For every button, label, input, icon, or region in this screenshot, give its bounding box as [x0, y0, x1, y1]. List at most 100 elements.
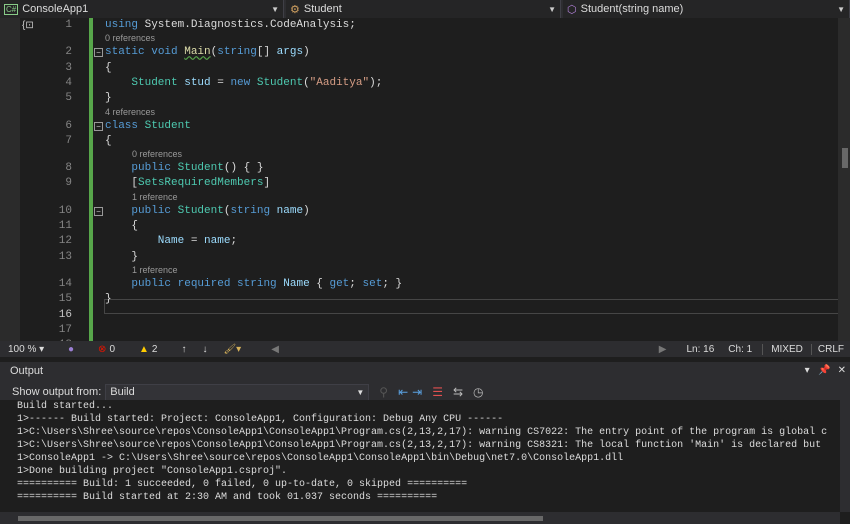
references-link[interactable]: 4 references	[105, 107, 155, 118]
references-link[interactable]: 0 references	[105, 33, 155, 44]
output-vertical-scrollbar[interactable]	[840, 404, 850, 512]
code-token: args	[276, 46, 304, 59]
codelens-references: 1 reference	[0, 192, 840, 203]
collapse-icon[interactable]: −	[94, 206, 103, 216]
code-cleanup-icon[interactable]: 🖌▾	[223, 344, 241, 355]
code-token: public	[105, 204, 178, 217]
line-number: 14	[58, 277, 72, 290]
code-line: 1 using System.Diagnostics.CodeAnalysis;	[0, 18, 840, 33]
code-token: }	[105, 92, 112, 105]
code-token: string	[237, 277, 284, 290]
output-title: Output	[10, 365, 44, 377]
previous-message-icon[interactable]: ⇤	[398, 385, 408, 399]
timestamp-clock-icon[interactable]: ◷	[473, 385, 483, 399]
scroll-thumb[interactable]	[842, 148, 848, 168]
zoom-level: 100 %	[8, 343, 37, 355]
line-number: 13	[58, 250, 72, 263]
code-token: public	[105, 162, 178, 175]
pin-icon[interactable]: 📌	[818, 365, 830, 376]
vertical-scrollbar[interactable]	[838, 18, 850, 341]
warning-count[interactable]: 2	[152, 344, 158, 355]
type-dropdown[interactable]: ⚙ Student ▼	[286, 0, 561, 18]
code-editor[interactable]: {⊡ 1 using System.Diagnostics.CodeAnalysi…	[0, 18, 850, 351]
code-line: 10 − public Student(string name)	[0, 204, 840, 219]
code-token: Name	[283, 277, 317, 290]
scroll-left-icon[interactable]: ◀	[271, 344, 279, 355]
chevron-down-icon: ▼	[271, 4, 279, 14]
code-token: new	[230, 76, 257, 89]
code-text: Student stud = new Student("Aaditya");	[105, 76, 382, 91]
line-number: 2	[65, 46, 72, 59]
line-indicator: Ln: 16	[686, 343, 715, 355]
word-wrap-icon[interactable]: ⇆	[453, 385, 463, 399]
code-line: 7{	[0, 134, 840, 149]
collapse-icon[interactable]: −	[94, 48, 103, 58]
close-icon[interactable]: ✕	[838, 365, 846, 376]
code-text: public Student(string name)	[105, 204, 310, 219]
line-number: 7	[65, 134, 72, 147]
code-token: Main	[184, 46, 211, 59]
method-icon: ⬡	[567, 3, 577, 16]
member-name: Student(string name)	[580, 3, 684, 15]
code-line: 4 Student stud = new Student("Aaditya");	[0, 76, 840, 91]
codelens-references: 1 reference	[0, 265, 840, 276]
code-text: using System.Diagnostics.CodeAnalysis;	[105, 18, 356, 33]
code-text: [SetsRequiredMembers]	[105, 176, 270, 191]
class-icon: ⚙	[290, 3, 300, 16]
code-line: 14 public required string Name { get; se…	[0, 277, 840, 292]
collapse-icon[interactable]: −	[94, 121, 103, 131]
output-source-select[interactable]: Build ▼	[105, 383, 370, 401]
code-token: void	[151, 46, 185, 59]
line-number: 16	[58, 308, 72, 321]
code-line: 17	[0, 323, 840, 338]
code-token: ; }	[382, 277, 403, 290]
code-token: {	[105, 220, 139, 232]
code-text: }	[105, 250, 138, 265]
dropdown-icon[interactable]: ▾	[805, 365, 810, 376]
code-token: using	[105, 19, 145, 31]
error-count[interactable]: 0	[109, 344, 115, 355]
code-token: public	[105, 277, 178, 290]
scroll-thumb[interactable]	[18, 516, 543, 521]
csharp-project-icon: C#	[4, 3, 19, 15]
code-token: ;	[349, 277, 363, 290]
project-dropdown[interactable]: C# ConsoleApp1 ▼	[0, 0, 284, 18]
code-token: Student	[131, 76, 185, 89]
code-text: {	[105, 219, 138, 234]
next-message-icon[interactable]: ⇥	[412, 385, 422, 399]
zoom-dropdown[interactable]: 100 % ▾	[8, 344, 68, 355]
line-number: 3	[65, 61, 72, 74]
output-text[interactable]: Build started... 1>------ Build started: …	[0, 400, 840, 508]
output-line: 1>ConsoleApp1 -> C:\Users\Shree\source\r…	[17, 453, 624, 464]
code-token: {	[105, 61, 112, 74]
next-issue-icon[interactable]: ↓	[202, 344, 207, 355]
codelens-references: 4 references	[0, 107, 840, 118]
code-text: class Student	[105, 119, 191, 134]
code-token: get	[329, 277, 350, 290]
member-dropdown[interactable]: ⬡ Student(string name) ▼	[563, 0, 850, 18]
line-ending[interactable]: CRLF	[810, 343, 850, 355]
line-number: 15	[58, 293, 72, 306]
code-token: Student	[177, 204, 224, 217]
clear-all-icon[interactable]: ☰	[432, 385, 443, 399]
references-link[interactable]: 1 reference	[132, 265, 178, 276]
output-horizontal-scrollbar[interactable]	[0, 512, 840, 524]
previous-issue-icon[interactable]: ↑	[181, 344, 186, 355]
code-token: Name	[105, 235, 191, 248]
panel-controls: ▾ 📌 ✕	[805, 362, 846, 380]
scroll-right-icon[interactable]: ▶	[659, 344, 667, 355]
references-link[interactable]: 1 reference	[132, 192, 178, 203]
find-message-icon[interactable]: ⚲	[379, 385, 388, 399]
line-number: 6	[65, 119, 72, 132]
intellicode-icon: ●	[68, 343, 75, 355]
code-token: }	[105, 250, 139, 263]
warning-icon: ▲	[139, 343, 149, 355]
code-text: Name = name;	[105, 234, 237, 249]
references-link[interactable]: 0 references	[132, 149, 182, 160]
code-line: 11 {	[0, 219, 840, 234]
whitespace-mode[interactable]: MIXED	[762, 343, 811, 355]
line-number: 10	[58, 204, 72, 217]
code-token: }	[105, 293, 112, 306]
codelens-references: 0 references	[0, 149, 840, 160]
code-token: )	[303, 204, 310, 217]
